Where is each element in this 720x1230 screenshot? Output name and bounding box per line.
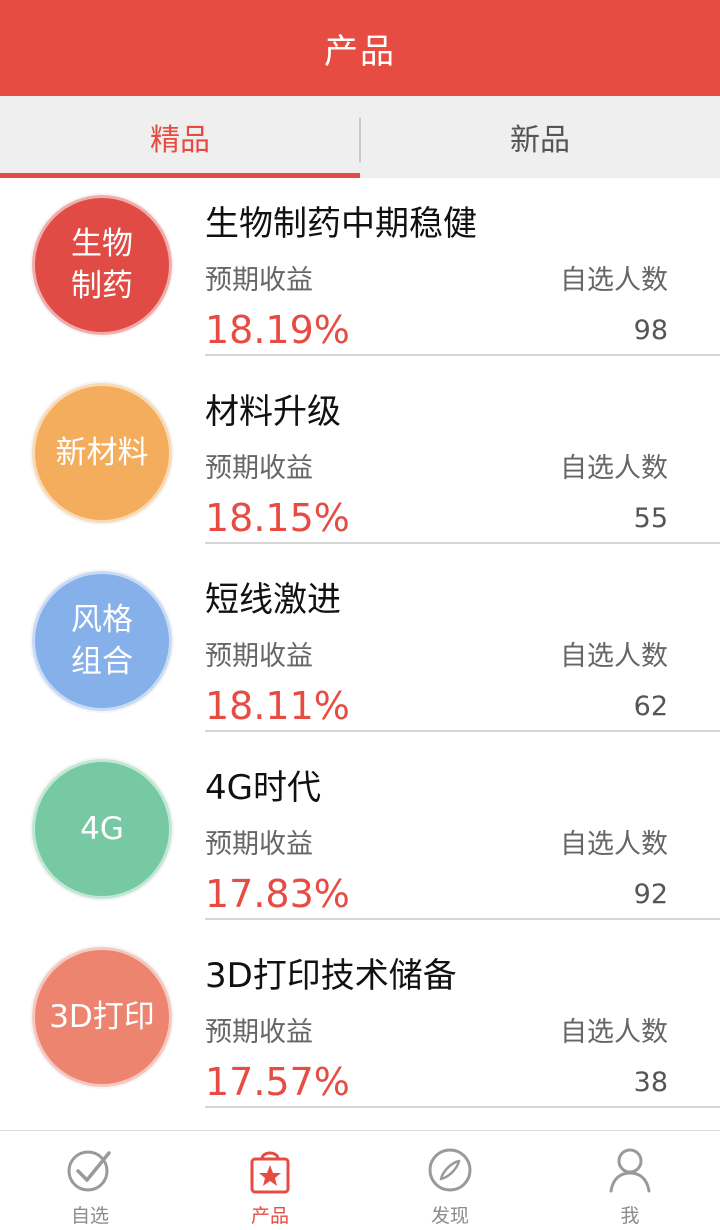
yield-label: 预期收益 — [205, 829, 313, 860]
tab-featured-label: 精品 — [150, 123, 210, 158]
yield-label: 预期收益 — [205, 453, 313, 484]
followers-label: 自选人数 — [560, 453, 668, 484]
product-name: 3D打印技术储备 — [205, 956, 457, 996]
tab-new[interactable]: 新品 — [360, 96, 720, 178]
product-item[interactable]: 生物 制药 生物制药中期稳健 预期收益 自选人数 18.19% 98 — [0, 178, 720, 366]
followers-count: 55 — [633, 503, 668, 534]
yield-value: 18.19% — [205, 308, 350, 352]
nav-discover-label: 发现 — [430, 1205, 469, 1227]
bottom-nav: 自选 产品 发现 我 — [0, 1130, 720, 1230]
product-list: 生物 制药 生物制药中期稳健 预期收益 自选人数 18.19% 98 新材料 材… — [0, 178, 720, 1118]
category-badge: 生物 制药 — [32, 195, 172, 335]
followers-count: 62 — [633, 691, 668, 722]
product-name: 生物制药中期稳健 — [205, 204, 477, 244]
divider — [205, 918, 720, 920]
divider — [205, 730, 720, 732]
nav-discover[interactable]: 发现 — [360, 1131, 540, 1230]
compass-icon — [428, 1148, 472, 1192]
yield-label: 预期收益 — [205, 1017, 313, 1048]
followers-count: 92 — [633, 879, 668, 910]
nav-products[interactable]: 产品 — [180, 1131, 360, 1230]
page-header: 产品 — [0, 0, 720, 96]
product-item[interactable]: 风格 组合 短线激进 预期收益 自选人数 18.11% 62 — [0, 554, 720, 742]
product-name: 短线激进 — [205, 580, 341, 620]
product-item[interactable]: 新材料 材料升级 预期收益 自选人数 18.15% 55 — [0, 366, 720, 554]
category-badge: 风格 组合 — [32, 571, 172, 711]
yield-label: 预期收益 — [205, 641, 313, 672]
check-circle-icon — [67, 1150, 111, 1192]
person-icon — [609, 1148, 651, 1193]
nav-watchlist[interactable]: 自选 — [0, 1131, 180, 1230]
followers-count: 38 — [633, 1067, 668, 1098]
followers-label: 自选人数 — [560, 1017, 668, 1048]
yield-value: 18.11% — [205, 684, 350, 728]
category-badge: 4G — [32, 759, 172, 899]
yield-value: 17.83% — [205, 872, 350, 916]
tab-new-label: 新品 — [510, 123, 570, 158]
divider — [205, 354, 720, 356]
nav-profile-label: 我 — [620, 1205, 640, 1227]
yield-label: 预期收益 — [205, 265, 313, 296]
followers-label: 自选人数 — [560, 641, 668, 672]
product-name: 4G时代 — [205, 768, 321, 808]
nav-profile[interactable]: 我 — [540, 1131, 720, 1230]
product-item[interactable]: 3D打印 3D打印技术储备 预期收益 自选人数 17.57% 38 — [0, 930, 720, 1118]
page-title: 产品 — [324, 31, 396, 72]
divider — [205, 542, 720, 544]
product-item[interactable]: 4G 4G时代 预期收益 自选人数 17.83% 92 — [0, 742, 720, 930]
category-badge: 新材料 — [32, 383, 172, 523]
shopping-bag-star-icon — [250, 1151, 290, 1194]
divider — [205, 1106, 720, 1108]
tab-featured[interactable]: 精品 — [0, 96, 360, 178]
followers-label: 自选人数 — [560, 829, 668, 860]
followers-count: 98 — [633, 315, 668, 346]
tab-divider — [359, 118, 361, 162]
yield-value: 18.15% — [205, 496, 350, 540]
nav-products-label: 产品 — [250, 1205, 289, 1227]
product-name: 材料升级 — [205, 392, 341, 432]
followers-label: 自选人数 — [560, 265, 668, 296]
category-badge: 3D打印 — [32, 947, 172, 1087]
yield-value: 17.57% — [205, 1060, 350, 1104]
nav-watchlist-label: 自选 — [70, 1205, 109, 1227]
